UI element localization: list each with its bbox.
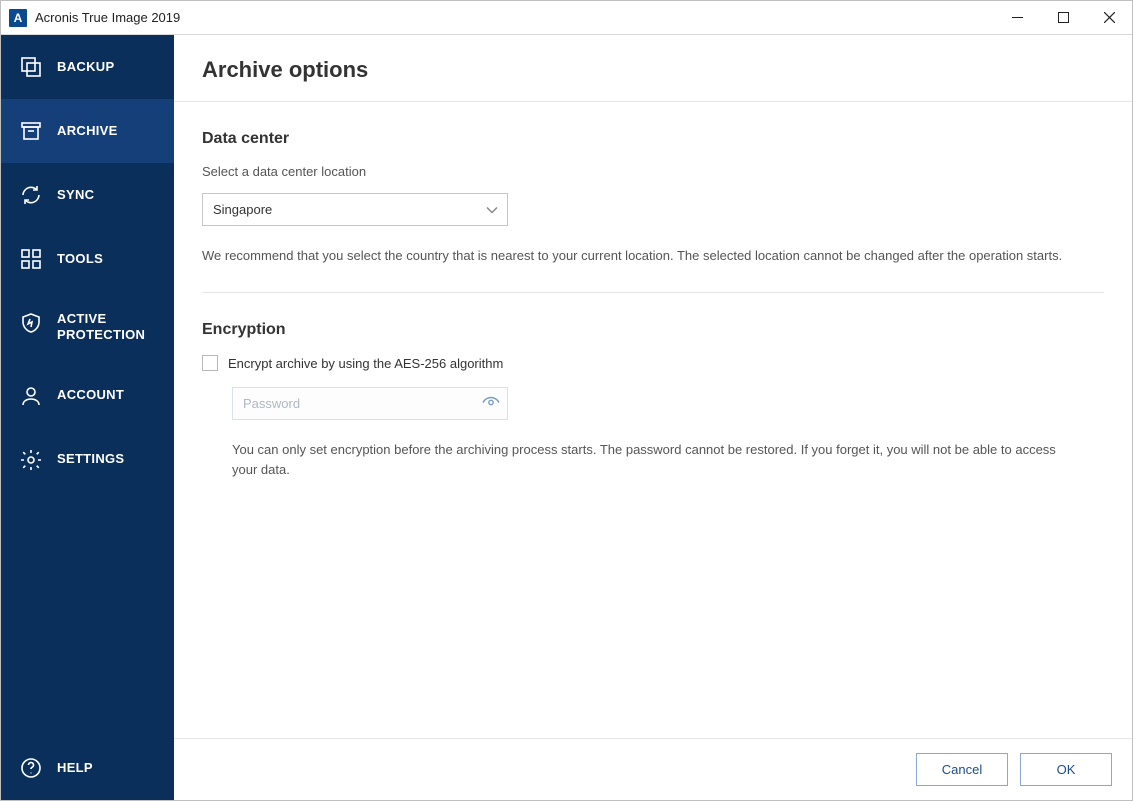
sidebar-item-label: ACTIVE PROTECTION <box>57 311 145 344</box>
sidebar-item-label: ARCHIVE <box>57 123 118 139</box>
shield-icon <box>19 311 43 335</box>
archive-icon <box>19 119 43 143</box>
sync-icon <box>19 183 43 207</box>
sidebar: BACKUP ARCHIVE SYNC TOOLS ACTIVE PROTECT <box>1 35 174 800</box>
datacenter-selected-value: Singapore <box>213 202 272 217</box>
tools-icon <box>19 247 43 271</box>
app-title: Acronis True Image 2019 <box>35 10 994 25</box>
titlebar: A Acronis True Image 2019 <box>1 1 1132 35</box>
sidebar-item-backup[interactable]: BACKUP <box>1 35 174 99</box>
sidebar-item-label: SYNC <box>57 187 94 203</box>
datacenter-select[interactable]: Singapore <box>202 193 508 226</box>
encryption-checkbox[interactable] <box>202 355 218 371</box>
footer: Cancel OK <box>174 738 1132 800</box>
encryption-section-title: Encryption <box>202 321 1104 339</box>
sidebar-item-label: BACKUP <box>57 59 114 75</box>
sidebar-item-archive[interactable]: ARCHIVE <box>1 99 174 163</box>
account-icon <box>19 384 43 408</box>
sidebar-item-label: SETTINGS <box>57 451 124 467</box>
main: Archive options Data center Select a dat… <box>174 35 1132 800</box>
main-content: Data center Select a data center locatio… <box>174 102 1132 738</box>
sidebar-item-help[interactable]: HELP <box>1 736 174 800</box>
settings-icon <box>19 448 43 472</box>
eye-icon[interactable] <box>482 396 500 411</box>
cancel-button[interactable]: Cancel <box>916 753 1008 786</box>
sidebar-item-label: HELP <box>57 760 93 776</box>
sidebar-item-tools[interactable]: TOOLS <box>1 227 174 291</box>
sidebar-item-account[interactable]: ACCOUNT <box>1 364 174 428</box>
encryption-hint: You can only set encryption before the a… <box>232 440 1082 480</box>
main-header: Archive options <box>174 35 1132 102</box>
close-button[interactable] <box>1086 1 1132 34</box>
sidebar-item-active-protection[interactable]: ACTIVE PROTECTION <box>1 291 174 364</box>
datacenter-field-label: Select a data center location <box>202 164 1104 179</box>
sidebar-item-label: ACCOUNT <box>57 387 124 403</box>
encryption-checkbox-label: Encrypt archive by using the AES-256 alg… <box>228 356 503 371</box>
page-title: Archive options <box>202 57 1104 83</box>
password-input[interactable] <box>232 387 508 420</box>
minimize-button[interactable] <box>994 1 1040 34</box>
datacenter-section-title: Data center <box>202 130 1104 148</box>
password-wrap <box>232 387 508 420</box>
sidebar-item-label: TOOLS <box>57 251 103 267</box>
sidebar-item-sync[interactable]: SYNC <box>1 163 174 227</box>
datacenter-select-wrap: Singapore <box>202 193 508 226</box>
window-controls <box>994 1 1132 34</box>
backup-icon <box>19 55 43 79</box>
help-icon <box>19 756 43 780</box>
section-divider <box>202 292 1104 293</box>
datacenter-hint: We recommend that you select the country… <box>202 246 1104 266</box>
sidebar-item-settings[interactable]: SETTINGS <box>1 428 174 492</box>
ok-button[interactable]: OK <box>1020 753 1112 786</box>
app-icon: A <box>9 9 27 27</box>
encryption-checkbox-row: Encrypt archive by using the AES-256 alg… <box>202 355 1104 371</box>
maximize-button[interactable] <box>1040 1 1086 34</box>
